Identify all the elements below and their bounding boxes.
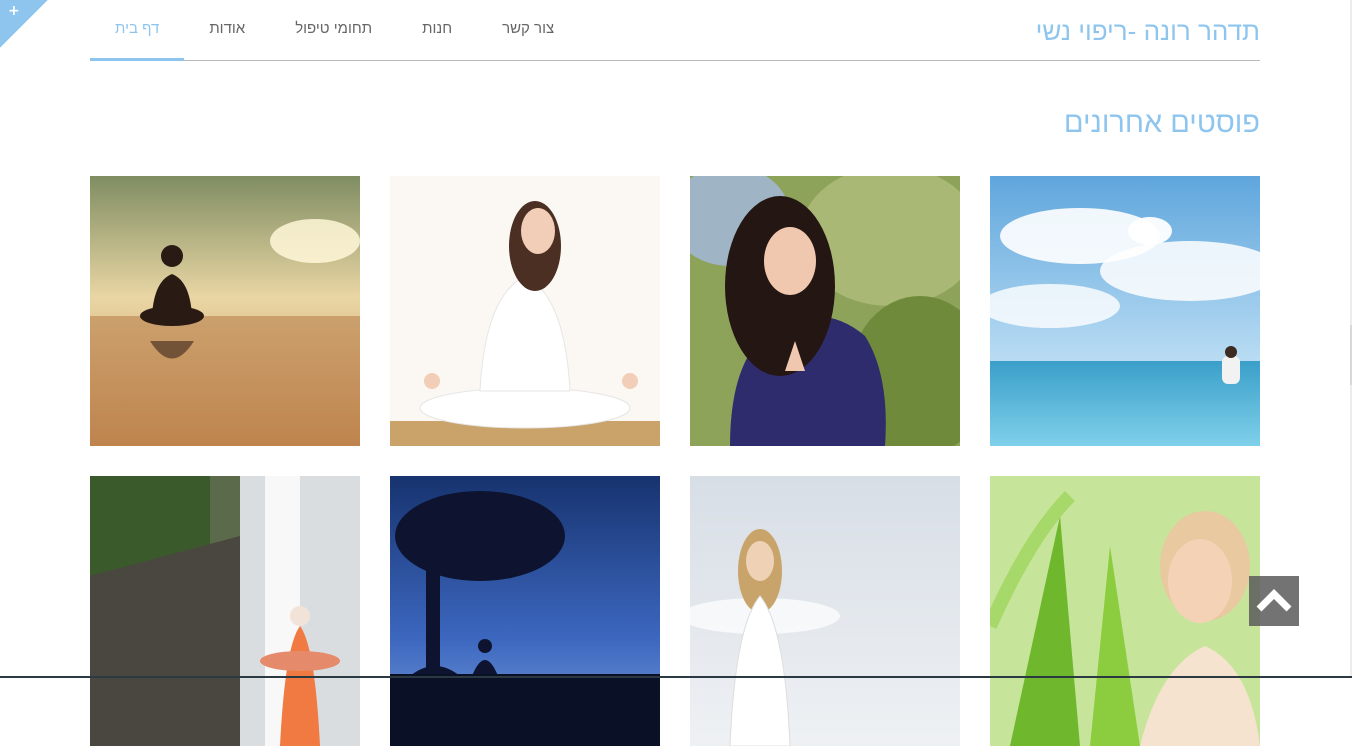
sunset-meditation-image <box>90 176 360 446</box>
site-header: תדהר רונה -ריפוי נשי צור קשר חנות תחומי … <box>90 0 1260 61</box>
tree-silhouette-image <box>390 476 660 746</box>
post-thumbnail[interactable] <box>90 176 360 446</box>
post-thumbnail[interactable] <box>990 476 1260 746</box>
post-thumbnail[interactable] <box>390 176 660 446</box>
waterfall-meditation-image <box>90 476 360 746</box>
nav-item-about[interactable]: אודות <box>184 0 270 60</box>
post-thumbnail[interactable] <box>90 476 360 746</box>
plus-icon: + <box>8 3 20 19</box>
nav-item-treatments[interactable]: תחומי טיפול <box>270 0 397 60</box>
post-thumbnail[interactable] <box>690 176 960 446</box>
woman-praying-image <box>690 176 960 446</box>
nav-item-contact[interactable]: צור קשר <box>477 0 579 60</box>
recent-posts-heading: פוסטים אחרונים <box>1063 107 1260 139</box>
woman-leaves-image <box>990 476 1260 746</box>
woman-lotus-white-image <box>390 176 660 446</box>
chevron-up-icon <box>1256 589 1292 612</box>
main-nav: צור קשר חנות תחומי טיפול אודות דף בית <box>90 0 579 61</box>
nav-item-shop[interactable]: חנות <box>397 0 477 60</box>
post-thumbnail[interactable] <box>690 476 960 746</box>
site-title[interactable]: תדהר רונה -ריפוי נשי <box>1036 16 1260 47</box>
scroll-to-top-button[interactable] <box>1249 576 1299 626</box>
nav-item-home[interactable]: דף בית <box>90 0 185 61</box>
girl-sky-image <box>690 476 960 746</box>
post-thumbnail[interactable] <box>990 176 1260 446</box>
corner-toggle[interactable]: + <box>0 0 48 48</box>
post-thumbnail[interactable] <box>390 476 660 746</box>
meditation-sea-image <box>990 176 1260 446</box>
